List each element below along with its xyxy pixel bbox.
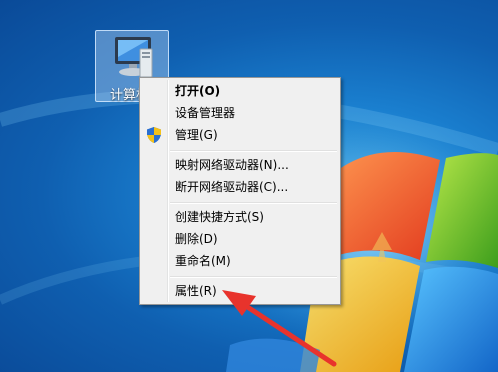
arrow-shaft <box>243 303 337 367</box>
red-arrow-annotation <box>222 290 337 367</box>
desktop[interactable]: 计算机 打开(O) 设备管理器 管理(G) 映射网络驱动器(N)... 断开网络… <box>0 0 498 372</box>
